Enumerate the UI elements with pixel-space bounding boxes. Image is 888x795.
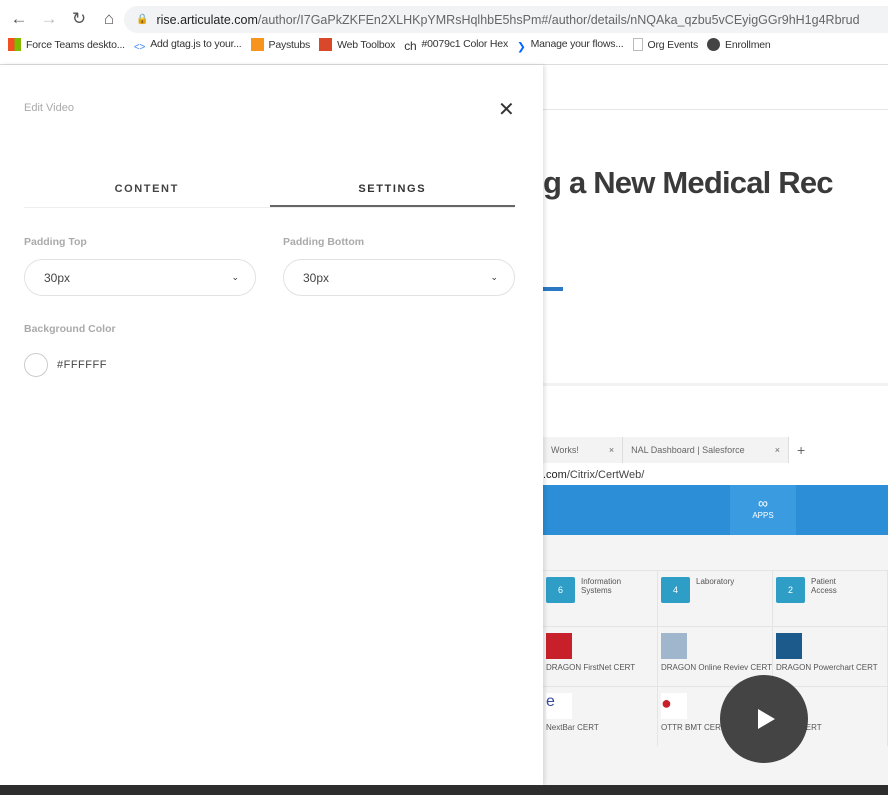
taskbar-strip: [0, 785, 888, 795]
chevron-down-icon: ⌄: [231, 272, 239, 282]
bookmark-label: Force Teams deskto...: [26, 39, 125, 51]
video-url-path: /Citrix/CertWeb/: [566, 469, 645, 481]
video-browser-tabs: Works! × NAL Dashboard | Salesforce × +: [543, 435, 888, 465]
apps-grid-icon: ∞: [758, 495, 768, 511]
panel-tabs: CONTENT SETTINGS: [24, 183, 515, 208]
padding-bottom-value: 30px: [303, 270, 330, 285]
padding-top-value: 30px: [44, 270, 71, 285]
url-path: /author/I7GaPkZKFEn2XLHKpYMRsHqlhbE5hsPm…: [257, 12, 860, 27]
tab-settings[interactable]: SETTINGS: [269, 183, 515, 207]
padding-top-label: Padding Top: [24, 236, 87, 248]
video-url: .com/Citrix/CertWeb/: [543, 465, 888, 485]
address-bar[interactable]: 🔒 rise.articulate.com/author/I7GaPkZKFEn…: [124, 6, 888, 33]
app-icon: e: [546, 693, 572, 719]
video-tab-label: NAL Dashboard | Salesforce: [631, 445, 745, 455]
close-icon[interactable]: ✕: [498, 97, 515, 122]
folder-name: Laboratory: [696, 577, 735, 586]
app-name: NextBar CERT: [546, 723, 599, 732]
bookmark-label: Web Toolbox: [337, 39, 396, 51]
bookmark-label: Enrollmen: [725, 39, 771, 51]
app-name: DRAGON FirstNet CERT: [546, 663, 636, 672]
power-automate-icon: ❯: [517, 41, 526, 53]
globe-icon: [707, 38, 721, 51]
bookmark-force-teams[interactable]: Force Teams deskto...: [8, 38, 125, 55]
apps-tile: ∞ APPS: [730, 485, 796, 535]
play-icon: [758, 709, 775, 729]
apps-label: APPS: [752, 511, 774, 520]
bookmark-gtag[interactable]: <> Add gtag.js to your...: [134, 38, 242, 55]
background-color-value[interactable]: #FFFFFF: [57, 359, 107, 371]
app-tile: DRAGON Powerchart CERT: [773, 627, 888, 686]
color-swatch[interactable]: [24, 353, 48, 377]
url-host: rise.articulate.com: [156, 12, 258, 27]
plus-icon: +: [796, 442, 806, 458]
bookmark-enrollment[interactable]: Enrollmen: [707, 38, 771, 55]
orange-square-icon: [250, 38, 264, 51]
folder-tile: 2 Patient Access: [773, 571, 888, 626]
app-name: DRAGON Powerchart CERT: [776, 663, 878, 672]
browser-chrome: ← → ↻ ⌂ 🔒 rise.articulate.com/author/I7G…: [0, 0, 888, 65]
app-icon: [661, 633, 687, 659]
home-icon[interactable]: ⌂: [94, 9, 124, 29]
bookmark-label: Org Events: [647, 39, 699, 51]
folder-icon: 6: [546, 577, 575, 603]
chevron-down-icon: ⌄: [490, 272, 498, 282]
padding-bottom-label: Padding Bottom: [283, 236, 365, 248]
play-button[interactable]: [720, 675, 808, 763]
bookmark-label: Paystubs: [268, 39, 311, 51]
video-frame[interactable]: Works! × NAL Dashboard | Salesforce × + .c…: [543, 435, 888, 785]
video-app-header: ∞ APPS: [543, 485, 888, 535]
bookmarks-bar: Force Teams deskto... <> Add gtag.js to y…: [8, 38, 884, 55]
video-app-grid: 6 Information Systems 4 Laboratory 2 Patien…: [543, 570, 888, 746]
back-icon[interactable]: ←: [4, 9, 34, 29]
video-tab-label: Works!: [551, 445, 579, 455]
divider: [543, 109, 888, 110]
app-icon: [546, 633, 572, 659]
panel-title: Edit Video: [24, 102, 74, 114]
video-tab: NAL Dashboard | Salesforce ×: [623, 437, 789, 463]
bookmark-manage-flows[interactable]: ❯ Manage your flows...: [517, 38, 624, 55]
folder-icon: 4: [661, 577, 690, 603]
document-icon: [632, 38, 643, 51]
bookmark-label: Manage your flows...: [530, 38, 624, 50]
bookmark-paystubs[interactable]: Paystubs: [250, 38, 311, 55]
tab-content[interactable]: CONTENT: [24, 183, 270, 207]
padding-top-select[interactable]: 30px ⌄: [24, 259, 256, 296]
close-icon: ×: [608, 445, 615, 455]
reload-icon[interactable]: ↻: [64, 9, 94, 29]
lesson-title: g a New Medical Rec: [543, 165, 834, 200]
app-name: DRAGON Online Reviev CERT: [661, 663, 772, 672]
folder-icon: 2: [776, 577, 805, 603]
bookmark-label: Add gtag.js to your...: [150, 38, 242, 50]
app-icon: [776, 633, 802, 659]
folder-tile: 4 Laboratory: [658, 571, 773, 626]
video-url-host: .com: [543, 469, 567, 481]
app-icon: ●: [661, 693, 687, 719]
folder-tile: 6 Information Systems: [543, 571, 658, 626]
title-accent-bar: [543, 287, 563, 291]
nav-buttons: ← → ↻ ⌂: [4, 6, 124, 32]
bookmark-web-toolbox[interactable]: Web Toolbox: [319, 38, 395, 55]
edit-video-panel: Edit Video ✕ CONTENT SETTINGS Padding To…: [0, 65, 543, 785]
forward-icon[interactable]: →: [34, 9, 64, 29]
padding-bottom-select[interactable]: 30px ⌄: [283, 259, 515, 296]
background-color-label: Background Color: [24, 323, 116, 335]
bookmark-color-hex[interactable]: ch #0079c1 Color Hex: [404, 38, 508, 55]
folder-name: Patient Access: [811, 577, 837, 595]
close-icon: ×: [774, 445, 780, 455]
ch-icon: ch: [404, 39, 417, 53]
folder-name: Information Systems: [581, 577, 622, 595]
toolbox-icon: [319, 38, 333, 51]
app-tile: e NextBar CERT: [543, 687, 658, 746]
app-tile: DRAGON FirstNet CERT: [543, 627, 658, 686]
bookmark-label: #0079c1 Color Hex: [421, 38, 509, 50]
video-tab: Works! ×: [543, 437, 624, 463]
bookmark-org-events[interactable]: Org Events: [632, 38, 699, 55]
lock-icon: 🔒: [136, 14, 149, 25]
code-icon: <>: [133, 42, 146, 53]
divider: [543, 383, 888, 386]
windows-icon: [8, 38, 21, 51]
